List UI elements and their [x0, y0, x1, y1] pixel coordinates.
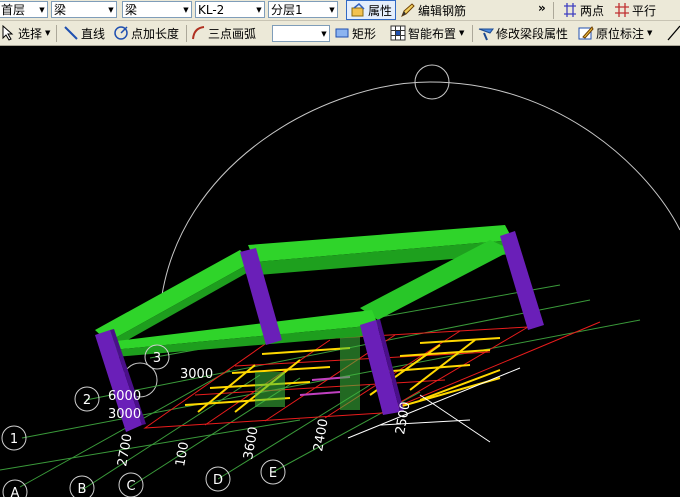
arc-icon [190, 25, 206, 41]
component-type-value: 梁 [54, 3, 67, 17]
rectangle-label: 矩形 [352, 26, 377, 41]
properties-icon [350, 2, 366, 18]
drawing-viewport[interactable]: 1 2 3 A B C D E 3000 6000 3000 2700 100 … [0, 47, 680, 497]
more-tools-button[interactable] [666, 23, 680, 43]
point-length-button[interactable]: 点加长度 [113, 23, 179, 43]
toolbar-top: 首层 ▼ 梁 ▼ 梁 ▼ KL-2 ▼ 分层1 ▼ 属性 编辑钢筋 » 两点 平… [0, 0, 680, 21]
floor-select[interactable]: 首层 ▼ [0, 1, 48, 18]
chevron-down-icon: ▼ [39, 5, 45, 14]
three-point-arc-label: 三点画弧 [208, 26, 257, 41]
arc-option-select[interactable]: ▼ [272, 25, 330, 42]
modify-beam-icon [478, 25, 494, 41]
parallel-label: 平行 [632, 3, 657, 18]
properties-label: 属性 [368, 3, 393, 18]
chevron-down-icon: ▼ [183, 5, 189, 14]
edit-rebar-label: 编辑钢筋 [418, 3, 467, 18]
axis-label: 1 [10, 432, 18, 447]
chevron-down-icon: ▼ [647, 29, 653, 37]
axis-label: 3 [153, 351, 161, 366]
two-points-label: 两点 [580, 3, 605, 18]
point-length-icon [113, 25, 129, 41]
cursor-icon [0, 25, 16, 41]
rectangle-button[interactable]: 矩形 [334, 23, 376, 43]
layer-select[interactable]: 分层1 ▼ [268, 1, 338, 18]
annotation-icon [578, 25, 594, 41]
two-points-icon [562, 2, 578, 18]
chevron-down-icon: ▼ [321, 29, 327, 38]
dimension-label: 6000 [108, 389, 141, 404]
three-point-arc-button[interactable]: 三点画弧 [190, 23, 256, 43]
grid-layout-icon [390, 25, 406, 41]
toolbar-overflow-button[interactable]: » [538, 0, 546, 18]
floor-select-value: 首层 [1, 3, 26, 17]
axis-label: A [11, 486, 20, 497]
dimension-label: 3000 [108, 407, 141, 422]
in-situ-annotation-button[interactable]: 原位标注 ▼ [578, 23, 652, 43]
viewport-background [0, 47, 680, 497]
toolbar-draw: 选择 ▼ 直线 点加长度 三点画弧 ▼ 矩形 智能布置 ▼ 修改梁段属性 原位标… [0, 21, 680, 46]
line-button[interactable]: 直线 [63, 23, 105, 43]
two-points-button[interactable]: 两点 [562, 0, 604, 20]
layer-select-value: 分层1 [271, 3, 303, 17]
in-situ-annotation-label: 原位标注 [596, 26, 645, 41]
axis-label: D [213, 473, 223, 488]
chevron-down-icon: ▼ [256, 5, 262, 14]
component-subtype-value: 梁 [125, 3, 138, 17]
pencil-icon [400, 2, 416, 18]
diagonal-tool-icon [666, 25, 680, 41]
smart-layout-label: 智能布置 [408, 26, 457, 41]
axis-label: B [78, 482, 87, 497]
toolbar-separator [186, 25, 187, 42]
smart-layout-button[interactable]: 智能布置 ▼ [390, 23, 464, 43]
parallel-button[interactable]: 平行 [614, 0, 656, 20]
overflow-chevron-icon: » [538, 1, 546, 15]
chevron-down-icon: ▼ [459, 29, 465, 37]
modify-segment-label: 修改梁段属性 [496, 26, 569, 41]
point-length-label: 点加长度 [131, 26, 180, 41]
component-name-value: KL-2 [198, 2, 225, 17]
chevron-down-icon: ▼ [329, 5, 335, 14]
axis-label: C [126, 479, 135, 494]
toolbar-separator [472, 25, 473, 42]
edit-rebar-button[interactable]: 编辑钢筋 [400, 0, 466, 20]
toolbar-separator [56, 25, 57, 42]
chevron-down-icon: ▼ [108, 5, 114, 14]
line-icon [63, 25, 79, 41]
line-label: 直线 [81, 26, 106, 41]
component-subtype-select[interactable]: 梁 ▼ [122, 1, 192, 18]
dimension-label: 3000 [180, 367, 213, 382]
properties-button[interactable]: 属性 [346, 0, 397, 20]
chevron-down-icon: ▼ [45, 29, 51, 37]
toolbar-separator [553, 2, 554, 19]
parallel-icon [614, 2, 630, 18]
component-type-select[interactable]: 梁 ▼ [51, 1, 117, 18]
modify-segment-button[interactable]: 修改梁段属性 [478, 23, 568, 43]
select-button[interactable]: 选择 ▼ [0, 23, 50, 43]
component-name-select[interactable]: KL-2 ▼ [195, 1, 265, 18]
rectangle-icon [334, 25, 350, 41]
axis-label: E [269, 466, 277, 481]
axis-label: 2 [83, 393, 91, 408]
select-label: 选择 [18, 26, 43, 41]
